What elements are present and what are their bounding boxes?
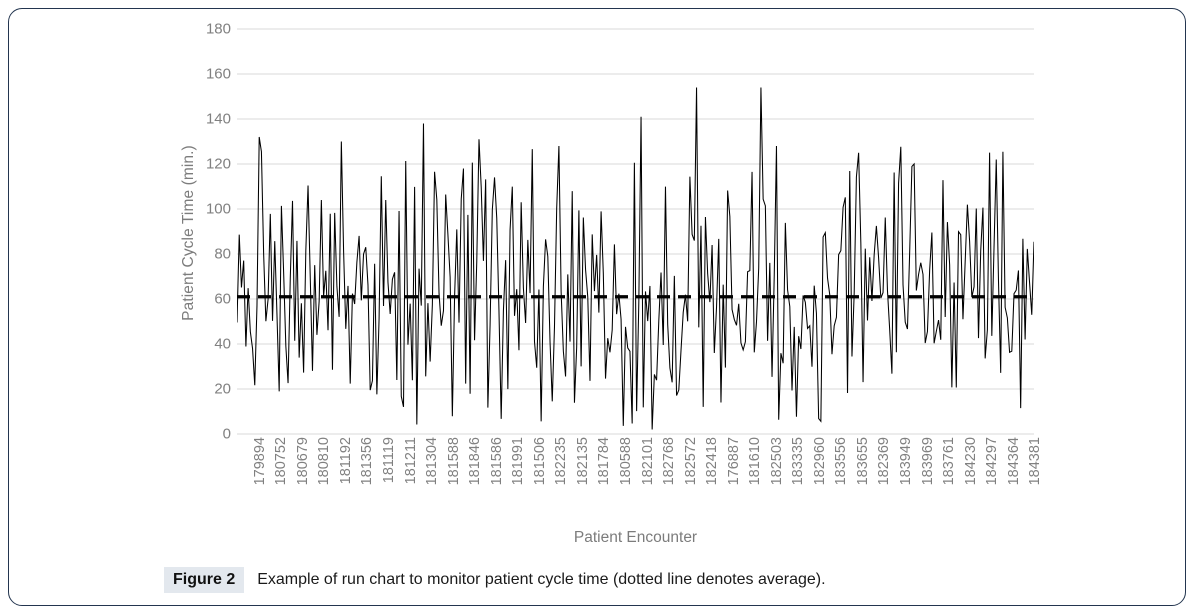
x-tick-label: 184230 <box>962 437 979 486</box>
y-tick-label: 60 <box>214 290 231 308</box>
average-dashed-line <box>237 295 1034 299</box>
x-axis-title: Patient Encounter <box>573 529 698 546</box>
x-tick-label: 183969 <box>919 437 936 486</box>
figure-frame: Patient Cycle Time (min.) 0 20 40 60 80 100 12… <box>8 8 1186 606</box>
y-tick-label: 40 <box>214 335 231 353</box>
x-tick-label: 181610 <box>747 437 764 486</box>
x-tick-label: 182235 <box>553 437 570 486</box>
x-tick-label: 183655 <box>854 437 871 486</box>
x-tick-label: 183335 <box>790 437 807 486</box>
x-tick-label: 181211 <box>402 437 419 485</box>
figure-caption-text: Example of run chart to monitor patient … <box>257 571 826 588</box>
figure-caption: Figure 2 Example of run chart to monitor… <box>164 565 826 595</box>
x-tick-label: 181784 <box>596 437 613 486</box>
y-tick-label: 80 <box>214 245 231 263</box>
x-tick-label: 181586 <box>488 437 505 486</box>
x-tick-label: 182572 <box>682 437 699 486</box>
y-tick-label: 100 <box>205 200 231 218</box>
x-tick-label: 181304 <box>424 437 441 486</box>
x-tick-label: 183556 <box>833 437 850 486</box>
y-axis-tick-labels: 0 20 40 60 80 100 120 140 160 180 <box>159 22 231 442</box>
x-tick-label: 179894 <box>251 437 268 486</box>
x-tick-label: 181356 <box>359 437 376 486</box>
x-tick-label: 181846 <box>467 437 484 486</box>
x-tick-label: 181588 <box>445 437 462 486</box>
x-tick-label: 181119 <box>381 437 397 484</box>
run-chart: Patient Cycle Time (min.) 0 20 40 60 80 100 12… <box>159 22 1059 547</box>
x-tick-label: 183761 <box>941 437 958 486</box>
plot-area <box>237 28 1034 435</box>
x-tick-label: 181506 <box>531 437 548 486</box>
x-tick-label: 182369 <box>876 437 893 486</box>
x-axis-tick-labels: 179894 180752 180679 180810 181192 181356 1811… <box>237 437 1043 525</box>
x-tick-label: 180588 <box>617 437 634 486</box>
y-tick-label: 160 <box>205 65 231 83</box>
x-tick-label: 182101 <box>639 437 656 486</box>
y-tick-label: 0 <box>222 425 231 443</box>
x-tick-label: 181991 <box>510 437 527 486</box>
x-tick-label: 180810 <box>316 437 333 486</box>
figure-number-badge: Figure 2 <box>164 566 245 594</box>
x-tick-label: 181192 <box>337 437 354 485</box>
x-tick-label: 180679 <box>294 437 311 486</box>
y-tick-label: 140 <box>205 110 231 128</box>
x-tick-label: 182503 <box>768 437 785 486</box>
y-tick-label: 120 <box>205 155 231 173</box>
x-tick-label: 182768 <box>661 437 678 486</box>
x-tick-label: 182135 <box>574 437 591 486</box>
x-tick-label: 184297 <box>984 437 1001 486</box>
x-tick-label: 182418 <box>704 437 721 486</box>
x-tick-label: 184364 <box>1005 437 1022 486</box>
x-tick-label: 183949 <box>897 437 914 486</box>
x-tick-label: 182960 <box>811 437 828 486</box>
x-tick-label: 180752 <box>273 437 290 486</box>
y-tick-label: 180 <box>205 20 231 38</box>
y-tick-label: 20 <box>214 380 231 398</box>
x-tick-label: 184381 <box>1027 437 1044 486</box>
x-tick-label: 176887 <box>725 437 742 486</box>
